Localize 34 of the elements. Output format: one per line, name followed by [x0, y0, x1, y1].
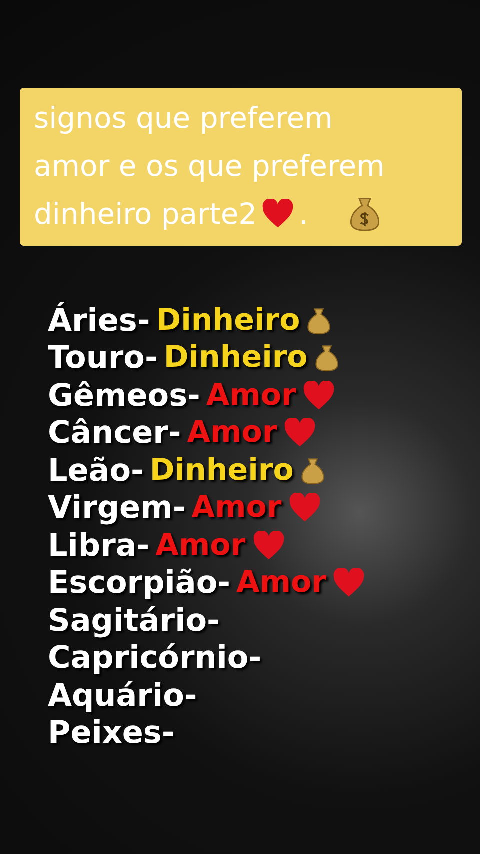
money-bag-icon: [314, 344, 340, 372]
sign-name: Peixes-: [48, 715, 175, 752]
sign-name: Virgem-: [48, 490, 186, 526]
money-bag-icon: [300, 456, 326, 485]
choice-text: Amor: [192, 490, 282, 526]
sign-name: Áries-: [48, 302, 150, 339]
heart-icon: [302, 380, 336, 411]
money-bag-icon: [348, 196, 382, 232]
choice-text: Amor: [206, 378, 296, 414]
sign-name: Capricórnio-: [48, 640, 262, 676]
heart-icon: [252, 530, 286, 561]
sign-name: Libra-: [48, 528, 150, 564]
choice-text: Amor: [156, 528, 246, 564]
choice-text: Dinheiro: [150, 452, 294, 489]
heart-icon: [332, 568, 366, 598]
heart-icon: [261, 199, 296, 229]
sign-name: Aquário-: [48, 678, 198, 714]
caption-text: signos que preferem: [34, 100, 334, 137]
sign-name: Sagitário-: [48, 602, 220, 639]
choice-text: Amor: [187, 415, 278, 452]
heart-icon: [283, 418, 318, 448]
sign-name: Touro-: [48, 340, 158, 376]
money-bag-icon: [306, 306, 332, 335]
choice-text: Dinheiro: [164, 340, 308, 376]
choice-text: Dinheiro: [156, 302, 300, 339]
sign-name: Gêmeos-: [48, 378, 200, 414]
caption-period: .: [299, 196, 308, 233]
sign-name: Escorpião-: [48, 565, 230, 602]
sign-name: Câncer-: [48, 415, 182, 452]
caption-text: dinheiro parte2 .: [34, 190, 452, 238]
choice-text: Amor: [236, 565, 326, 602]
sign-name: Leão-: [48, 452, 144, 489]
heart-icon: [288, 493, 322, 524]
caption-text: amor e os que preferem: [34, 148, 386, 185]
